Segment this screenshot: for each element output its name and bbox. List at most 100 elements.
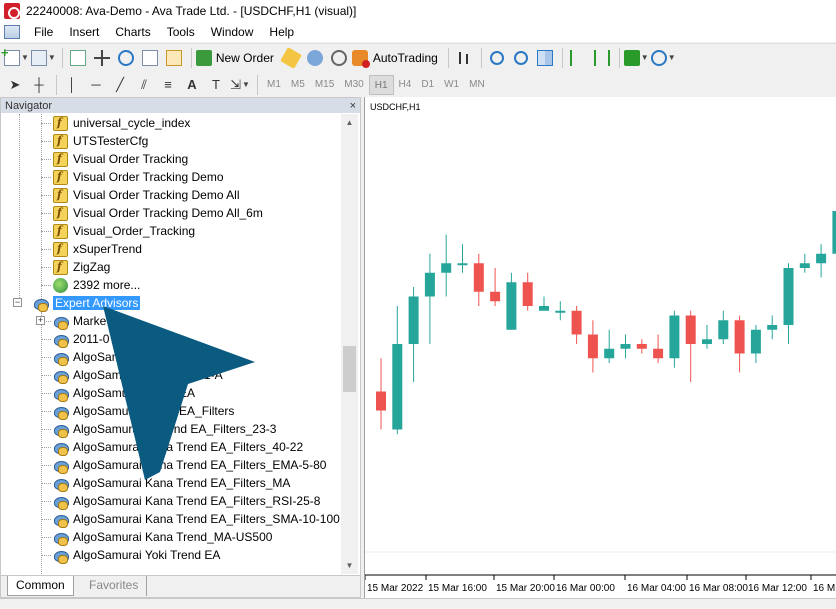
scroll-down-icon[interactable]: ▼ xyxy=(341,557,358,574)
autotrading-button[interactable]: AutoTrading xyxy=(351,47,442,69)
tree-item-expert-advisor[interactable]: AlgoSamurai Trend EA_Filters xyxy=(53,402,234,420)
tree-item-expert-advisor[interactable]: AlgoSamurai Kana Trend EA_Filters_MA xyxy=(53,474,290,492)
signals-button[interactable] xyxy=(304,47,326,69)
tab-common[interactable]: Common xyxy=(7,576,74,596)
globe-icon xyxy=(53,277,68,293)
timeframe-mn[interactable]: MN xyxy=(464,75,490,95)
tile-windows-button[interactable] xyxy=(534,47,556,69)
indicator-icon xyxy=(53,241,68,257)
arrows-button[interactable]: ⇲ ▼ xyxy=(229,74,251,96)
trendline-button[interactable]: ╱ xyxy=(109,74,131,96)
standard-toolbar: ▼ ▼ New Order AutoTrading ▼ ▼ xyxy=(0,43,836,71)
tree-item-expert-advisor[interactable]: Marke xyxy=(53,312,106,330)
fibonacci-button[interactable]: ≡ xyxy=(157,74,179,96)
terminal-button[interactable] xyxy=(139,47,161,69)
candle-body xyxy=(392,344,403,430)
new-order-button[interactable]: New Order xyxy=(195,47,278,69)
scroll-up-icon[interactable]: ▲ xyxy=(341,114,358,131)
tree-item-expert-advisor[interactable]: AlgoSam _500_1 xyxy=(53,348,165,366)
horizontal-line-button[interactable]: ─ xyxy=(85,74,107,96)
window-title: 22240008: Ava-Demo - Ava Trade Ltd. - [U… xyxy=(26,4,357,18)
tree-item-indicator[interactable]: Visual Order Tracking Demo All xyxy=(53,186,240,204)
expand-icon[interactable]: + xyxy=(36,316,45,325)
tree-item-expert-advisor[interactable]: AlgoSamurai Kana Trend EA_Filters_SMA-10… xyxy=(53,510,340,528)
candle-body xyxy=(555,310,566,313)
text-icon: A xyxy=(187,77,197,92)
chart-shift-button[interactable] xyxy=(591,47,613,69)
periods-button[interactable]: ▼ xyxy=(650,47,676,69)
menu-file[interactable]: File xyxy=(26,22,61,42)
tree-item-indicator[interactable]: xSuperTrend xyxy=(53,240,142,258)
tree-item-expert-advisor[interactable]: AlgoSamurai Kana Trend EA_Filters_RSI-25… xyxy=(53,492,320,510)
navigator-button[interactable] xyxy=(115,47,137,69)
strategy-tester-button[interactable] xyxy=(163,47,185,69)
candle-body xyxy=(669,315,680,359)
timeframe-m15[interactable]: M15 xyxy=(310,75,339,95)
bar-chart-button[interactable] xyxy=(453,47,475,69)
tree-guide-line xyxy=(41,375,51,376)
scrollbar-thumb[interactable] xyxy=(343,346,356,392)
menu-insert[interactable]: Insert xyxy=(61,22,107,42)
new-chart-button[interactable]: ▼ xyxy=(1,45,29,69)
tree-item-expert-advisor[interactable]: AlgoSamurai Kana Trend_MA-US500 xyxy=(53,528,272,546)
timeframe-h1[interactable]: H1 xyxy=(368,74,394,95)
auto-scroll-button[interactable] xyxy=(567,47,589,69)
tree-item-expert-advisor[interactable]: AlgoSamurai Yoki Trend EA xyxy=(53,546,220,564)
metaeditor-button[interactable] xyxy=(279,46,302,69)
tree-item-indicator[interactable]: Visual Order Tracking Demo xyxy=(53,168,224,186)
expert-advisor-icon xyxy=(53,422,69,438)
tree-guide-line xyxy=(41,393,51,394)
timeframe-m1[interactable]: M1 xyxy=(262,75,286,95)
tab-favorites[interactable]: Favorites xyxy=(81,576,148,596)
expert-advisor-icon xyxy=(53,512,69,528)
vps-button[interactable] xyxy=(328,47,350,69)
menu-window[interactable]: Window xyxy=(203,22,262,42)
candle-body xyxy=(816,253,827,264)
tree-item-indicator[interactable]: Visual Order Tracking Demo All_6m xyxy=(53,204,263,222)
tree-item-expert-advisor[interactable]: AlgoSamurai K Trend EA_Filters_23-3 xyxy=(53,420,276,438)
close-icon[interactable]: × xyxy=(350,100,356,112)
cursor-button[interactable]: ➤ xyxy=(4,74,26,96)
vertical-line-button[interactable]: │ xyxy=(61,74,83,96)
market-watch-button[interactable] xyxy=(67,47,89,69)
data-window-button[interactable] xyxy=(91,47,113,69)
crosshair-button[interactable]: ┼ xyxy=(28,74,50,96)
navigator-scrollbar[interactable]: ▲ ▼ xyxy=(341,114,358,574)
candlestick-chart[interactable]: 15 Mar 2022 15 Mar 16:00 15 Mar 20:00 16 Ma… xyxy=(365,97,836,598)
tree-item-expert-advisors[interactable]: Expert Advisors xyxy=(33,294,141,312)
timeframe-m30[interactable]: M30 xyxy=(339,75,368,95)
tree-item-indicator[interactable]: UTSTesterCfg xyxy=(53,132,148,150)
app-logo-icon[interactable] xyxy=(4,3,20,19)
zoom-out-button[interactable] xyxy=(510,47,532,69)
equidistant-channel-button[interactable]: ⫽ xyxy=(133,74,155,96)
crosshair-icon: ┼ xyxy=(34,77,44,92)
menu-charts[interactable]: Charts xyxy=(107,22,158,42)
timeframe-w1[interactable]: W1 xyxy=(439,75,464,95)
timeframe-h4[interactable]: H4 xyxy=(394,75,417,95)
document-menu-icon[interactable] xyxy=(4,25,20,39)
tree-item-indicator[interactable]: Visual_Order_Tracking xyxy=(53,222,195,240)
tree-item-indicator[interactable]: Visual Order Tracking xyxy=(53,150,188,168)
tree-item-more[interactable]: 2392 more... xyxy=(53,276,140,294)
tree-item-label: universal_cycle_index xyxy=(73,116,191,130)
chart-window[interactable]: 15 Mar 2022 15 Mar 16:00 15 Mar 20:00 16 Ma… xyxy=(364,97,836,598)
tree-item-expert-advisor[interactable]: AlgoSamurai Kana Trend EA_Filters_40-22 xyxy=(53,438,303,456)
navigator-panel: Navigator × universal_cycle_index UTSTest… xyxy=(0,97,361,598)
tree-item-expert-advisor[interactable]: 2011-0 1.3 xyxy=(53,330,130,348)
timeframe-d1[interactable]: D1 xyxy=(416,75,439,95)
zoom-in-button[interactable] xyxy=(486,47,508,69)
text-button[interactable]: A xyxy=(181,74,203,96)
profiles-button[interactable]: ▼ xyxy=(30,47,56,69)
text-label-button[interactable]: T xyxy=(205,74,227,96)
menu-help[interactable]: Help xyxy=(261,22,302,42)
tree-item-expert-advisor[interactable]: AlgoSamurai Kana Trend EA_Filters_EMA-5-… xyxy=(53,456,326,474)
tree-item-expert-advisor[interactable]: AlgoSamurai Trend EA xyxy=(53,384,195,402)
tree-item-expert-advisor[interactable]: AlgoSamurai GBPJPY-H1-A xyxy=(53,366,223,384)
indicators-button[interactable]: ▼ xyxy=(623,47,649,69)
tree-item-indicator[interactable]: ZigZag xyxy=(53,258,110,276)
menu-tools[interactable]: Tools xyxy=(159,22,203,42)
collapse-icon[interactable]: − xyxy=(13,298,22,307)
auto-scroll-icon xyxy=(569,49,586,66)
timeframe-m5[interactable]: M5 xyxy=(286,75,310,95)
tree-item-indicator[interactable]: universal_cycle_index xyxy=(53,114,190,132)
